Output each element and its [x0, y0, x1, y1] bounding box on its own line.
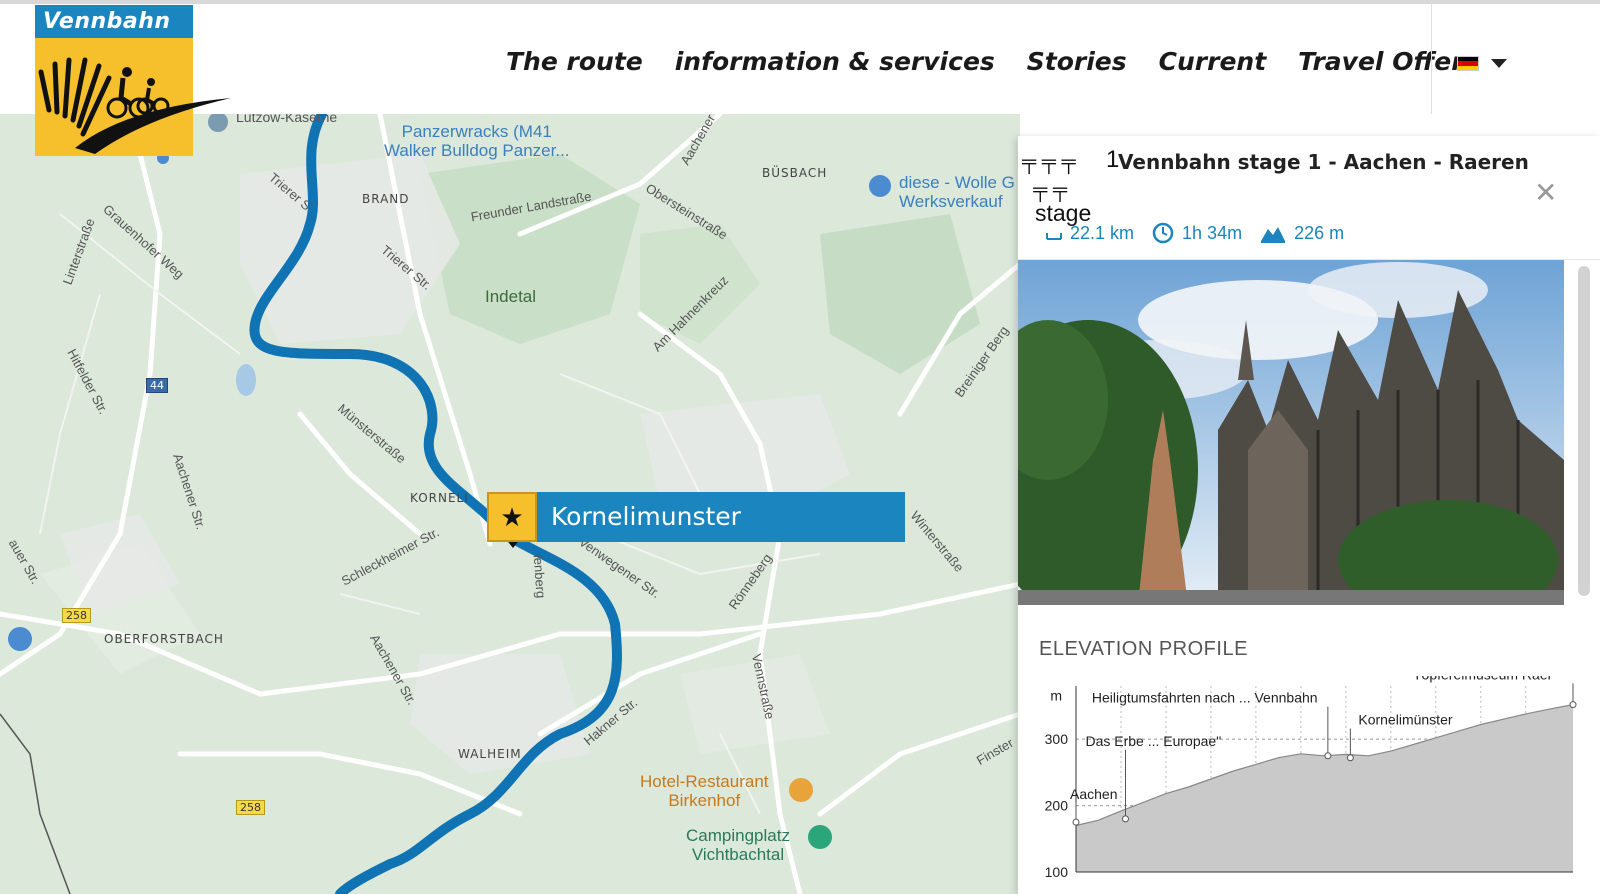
- y-tick-label: 100: [1045, 864, 1069, 880]
- elevation-area: [1076, 704, 1573, 872]
- map-label-hotel[interactable]: Hotel-Restaurant Birkenhof: [640, 772, 769, 810]
- chevron-down-icon: [1491, 59, 1507, 68]
- annotation-label: Aachen: [1070, 786, 1117, 802]
- site-header: The route information & services Stories…: [0, 0, 1600, 114]
- nav-item-stories[interactable]: Stories: [1011, 47, 1143, 76]
- mountain-icon: [1261, 227, 1286, 243]
- map-label-wolle[interactable]: diese - Wolle G Werksverkauf: [899, 173, 1015, 211]
- map-label-oberforstbach: OBERFORSTBACH: [104, 632, 224, 646]
- distance-value: 22.1 km: [1070, 222, 1135, 243]
- nav-item-route[interactable]: The route: [490, 47, 659, 76]
- distance-stat: 22.1 km: [1046, 223, 1134, 244]
- main-nav: The route information & services Stories…: [490, 4, 1494, 118]
- map-label-brand: BRAND: [362, 192, 410, 206]
- clock-icon: [1152, 222, 1174, 244]
- elevation-chart: 100 200 300 m Aachen Das Erbe ... Europae" Hei…: [1018, 666, 1600, 894]
- stage-photo: [1018, 260, 1564, 605]
- elevation-chart-svg: 100 200 300 m Aachen Das Erbe ... Europae" Hei…: [1045, 666, 1577, 880]
- star-icon: ★: [487, 492, 537, 542]
- nav-item-current[interactable]: Current: [1143, 47, 1283, 76]
- annotation-point: [1072, 818, 1080, 826]
- duration-value: 1h 34m: [1182, 222, 1243, 243]
- nav-divider: [1431, 4, 1432, 114]
- app-root: Lützow-Kaserne Panzerwracks (M41 Walker …: [0, 0, 1600, 894]
- german-flag-icon: [1457, 56, 1479, 71]
- close-button[interactable]: ✕: [1534, 176, 1557, 209]
- stage-panel: ╤ ╤ ╤ ╤ ╤ 1 stage Vennbahn stage 1 - Aac…: [1018, 136, 1600, 894]
- panel-scrollbar[interactable]: [1578, 266, 1590, 596]
- duration-stat: 1h 34m: [1152, 222, 1242, 244]
- annotation-label: Heiligtumsfahrten nach ... Vennbahn: [1092, 690, 1318, 706]
- map-label-indetal: Indetal: [485, 287, 537, 306]
- marker-label: Kornelimunster: [537, 492, 905, 542]
- map-label-busbach: BÜSBACH: [762, 166, 828, 180]
- route-stats: 22.1 km 1h 34m 226 m: [1046, 222, 1344, 244]
- distance-icon: [1046, 233, 1062, 240]
- logo-text: Vennbahn: [35, 5, 193, 38]
- logo-emblem: [35, 38, 231, 156]
- annotation-label: Das Erbe ... Europae": [1085, 733, 1221, 749]
- annotation-label: Kornelimünster: [1358, 712, 1452, 728]
- kornelimunster-marker[interactable]: ★ Kornelimunster: [487, 492, 905, 542]
- annotation-point: [1121, 815, 1129, 823]
- map-label-camping[interactable]: Campingplatz Vichtbachtal: [686, 826, 790, 864]
- annotation-point: [1569, 701, 1577, 709]
- road-badge-258-b: 258: [236, 800, 265, 815]
- y-tick-label: 300: [1045, 731, 1069, 747]
- nav-item-information[interactable]: information & services: [659, 47, 1011, 76]
- map-label-walheim: WALHEIM: [458, 747, 522, 761]
- language-selector[interactable]: [1457, 56, 1507, 71]
- road-badge-258-a: 258: [62, 608, 91, 623]
- map-label-panzer[interactable]: Panzerwracks (M41 Walker Bulldog Panzer.…: [384, 122, 570, 160]
- map-label-kornelimunster-area: KORNELI: [410, 491, 469, 505]
- panel-title: Vennbahn stage 1 - Aachen - Raeren: [1118, 150, 1529, 174]
- map-label-lutzow: Lützow-Kaserne: [236, 114, 338, 125]
- vennbahn-logo[interactable]: Vennbahn: [35, 5, 231, 156]
- ascent-value: 226 m: [1294, 222, 1345, 243]
- y-tick-label: 200: [1045, 798, 1069, 814]
- map-label-berg: lenberg: [530, 554, 549, 599]
- ascent-stat: 226 m: [1260, 223, 1344, 244]
- road-badge-44: 44: [146, 378, 168, 393]
- y-axis-label: m: [1050, 688, 1062, 704]
- annotation-point: [1346, 754, 1354, 762]
- annotation-label: Töpfereimuseum Raer: [1413, 676, 1553, 682]
- railway-icon: ╤ ╤ ╤ ╤ ╤: [1022, 151, 1076, 201]
- panel-header: ╤ ╤ ╤ ╤ ╤ 1 stage Vennbahn stage 1 - Aac…: [1018, 136, 1600, 260]
- annotation-point: [1324, 752, 1332, 760]
- elevation-title: ELEVATION PROFILE: [1039, 638, 1248, 660]
